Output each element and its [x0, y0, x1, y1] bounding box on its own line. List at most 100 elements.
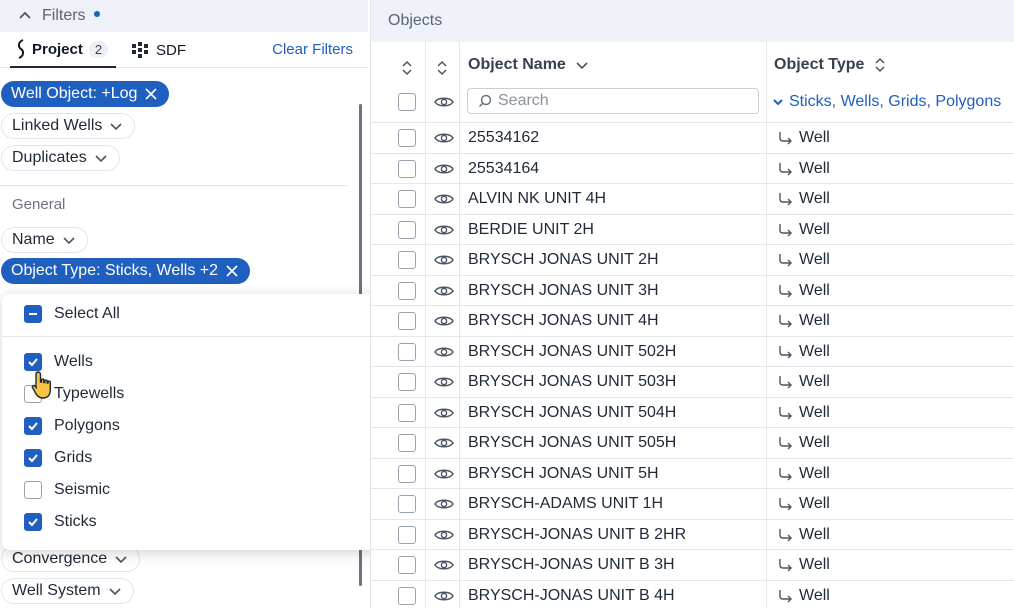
search-input[interactable]: Search: [467, 88, 759, 114]
chip-well-system[interactable]: Well System: [1, 578, 134, 604]
row-checkbox[interactable]: [398, 281, 416, 300]
table-row[interactable]: BRYSCH-JONAS UNIT B 4H Well: [371, 579, 1014, 608]
sort-icon[interactable]: [399, 60, 415, 76]
object-type: Well: [778, 343, 830, 361]
table-row[interactable]: BRYSCH-JONAS UNIT B 2HR Well: [371, 518, 1014, 550]
eye-icon[interactable]: [434, 345, 454, 359]
chip-linked-wells[interactable]: Linked Wells: [1, 113, 136, 139]
tab-project-label: Project: [32, 40, 83, 58]
table-row[interactable]: BRYSCH JONAS UNIT 503H Well: [371, 366, 1014, 397]
table-row[interactable]: BRYSCH JONAS UNIT 5H Well: [371, 457, 1014, 489]
chevron-down-icon[interactable]: [574, 57, 590, 73]
chip-duplicates[interactable]: Duplicates: [1, 145, 120, 171]
sort-icon[interactable]: [434, 60, 450, 76]
row-checkbox[interactable]: [398, 342, 416, 361]
filters-header[interactable]: Filters: [0, 0, 368, 32]
row-checkbox[interactable]: [398, 464, 416, 483]
object-type-label: Well: [799, 220, 830, 238]
check-icon: [28, 422, 38, 431]
option-checkbox[interactable]: [24, 353, 42, 371]
child-arrow-icon: [779, 437, 792, 450]
chip-object-type[interactable]: Object Type: Sticks, Wells +2: [1, 258, 251, 284]
child-arrow-icon: [779, 162, 792, 175]
dropdown-option[interactable]: Polygons: [24, 414, 120, 438]
row-checkbox[interactable]: [398, 434, 416, 452]
clear-filters-button[interactable]: Clear Filters: [272, 41, 353, 58]
select-all-option[interactable]: Select All: [24, 302, 120, 326]
row-checkbox[interactable]: [398, 495, 416, 513]
object-name: BRYSCH JONAS UNIT 504H: [468, 403, 677, 421]
child-arrow-icon: [779, 498, 792, 511]
object-type-label: Well: [799, 586, 830, 604]
chevron-up-icon[interactable]: [18, 9, 32, 23]
close-icon[interactable]: [143, 86, 159, 102]
row-checkbox[interactable]: [398, 586, 416, 605]
table-row[interactable]: BRYSCH JONAS UNIT 2H Well: [371, 244, 1014, 275]
table-row[interactable]: BERDIE UNIT 2H Well: [371, 213, 1014, 245]
tab-sdf-label: SDF: [156, 41, 186, 59]
select-all-rows-checkbox[interactable]: [398, 93, 416, 111]
filter-tabs: Project 2 SDF Clear Filters: [0, 32, 368, 68]
tab-project[interactable]: Project 2: [10, 32, 116, 68]
child-arrow-icon: [779, 376, 792, 389]
eye-icon[interactable]: [434, 436, 454, 450]
object-type-label: Well: [799, 190, 830, 207]
eye-icon[interactable]: [434, 406, 454, 420]
table-row[interactable]: BRYSCH JONAS UNIT 4H Well: [371, 305, 1014, 336]
object-type-label: Well: [799, 556, 830, 573]
row-checkbox[interactable]: [398, 312, 416, 330]
eye-icon[interactable]: [434, 95, 454, 109]
table-row[interactable]: BRYSCH JONAS UNIT 505H Well: [371, 427, 1014, 458]
row-checkbox[interactable]: [398, 251, 416, 269]
tab-sdf[interactable]: SDF: [130, 32, 186, 68]
dropdown-option[interactable]: Seismic: [24, 478, 110, 502]
option-checkbox[interactable]: [24, 449, 42, 467]
minus-icon: [29, 313, 37, 315]
eye-icon[interactable]: [434, 284, 454, 298]
select-all-checkbox[interactable]: [24, 305, 42, 323]
eye-icon[interactable]: [434, 375, 454, 389]
table-row[interactable]: 25534164 Well: [371, 152, 1014, 184]
row-checkbox[interactable]: [398, 403, 416, 422]
eye-icon[interactable]: [434, 253, 454, 267]
column-header-object-name[interactable]: Object Name: [468, 56, 590, 74]
dropdown-option[interactable]: Sticks: [24, 510, 97, 534]
eye-icon[interactable]: [434, 131, 454, 145]
table-row[interactable]: ALVIN NK UNIT 4H Well: [371, 183, 1014, 214]
row-checkbox[interactable]: [398, 159, 416, 178]
row-checkbox[interactable]: [398, 373, 416, 391]
dropdown-option[interactable]: Grids: [24, 446, 92, 470]
eye-icon[interactable]: [434, 589, 454, 603]
eye-icon[interactable]: [434, 467, 454, 481]
table-row[interactable]: BRYSCH-ADAMS UNIT 1H Well: [371, 488, 1014, 519]
table-row[interactable]: BRYSCH JONAS UNIT 502H Well: [371, 335, 1014, 367]
table-row[interactable]: BRYSCH-JONAS UNIT B 3H Well: [371, 549, 1014, 580]
eye-icon[interactable]: [434, 558, 454, 572]
option-checkbox[interactable]: [24, 513, 42, 531]
table-row[interactable]: BRYSCH JONAS UNIT 504H Well: [371, 396, 1014, 428]
table-row[interactable]: 25534162 Well: [371, 122, 1014, 153]
object-type-filter[interactable]: Sticks, Wells, Grids, Polygons: [773, 93, 1001, 111]
eye-icon[interactable]: [434, 528, 454, 542]
eye-icon[interactable]: [434, 497, 454, 511]
row-checkbox[interactable]: [398, 190, 416, 208]
eye-icon[interactable]: [434, 192, 454, 206]
row-checkbox[interactable]: [398, 129, 416, 147]
row-checkbox[interactable]: [398, 220, 416, 239]
object-name: BRYSCH JONAS UNIT 503H: [468, 373, 677, 390]
row-checkbox[interactable]: [398, 525, 416, 544]
eye-icon[interactable]: [434, 223, 454, 237]
table-row[interactable]: BRYSCH JONAS UNIT 3H Well: [371, 274, 1014, 306]
option-checkbox[interactable]: [24, 481, 42, 499]
sort-icon[interactable]: [872, 57, 888, 73]
chip-well-object[interactable]: Well Object: +Log: [1, 81, 170, 107]
row-checkbox[interactable]: [398, 556, 416, 574]
close-icon[interactable]: [224, 263, 240, 279]
column-header-object-type[interactable]: Object Type: [774, 56, 888, 74]
option-checkbox[interactable]: [24, 417, 42, 435]
eye-icon[interactable]: [434, 314, 454, 328]
object-type: Well: [778, 465, 830, 483]
chip-name[interactable]: Name: [1, 227, 88, 253]
eye-icon[interactable]: [434, 162, 454, 176]
section-divider: [0, 185, 348, 186]
